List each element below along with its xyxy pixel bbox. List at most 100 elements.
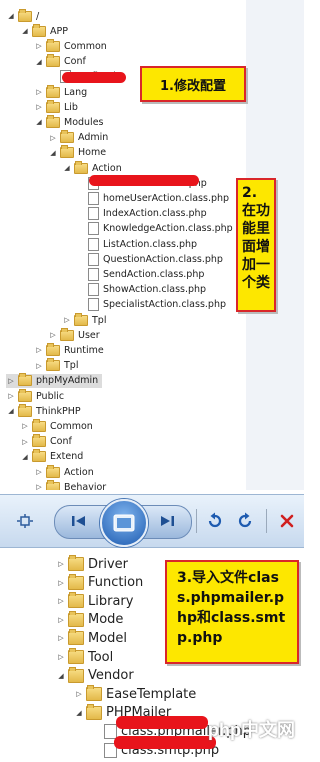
expand-right-icon[interactable]: ▷ bbox=[56, 596, 66, 606]
folder-item[interactable]: ▷ Mode bbox=[56, 610, 123, 630]
folder-item[interactable]: ◢ Action bbox=[62, 160, 122, 175]
expand-right-icon[interactable]: ▷ bbox=[48, 133, 58, 143]
folder-item[interactable]: ▷ Admin bbox=[48, 130, 108, 145]
expand-right-icon[interactable]: ▷ bbox=[56, 633, 66, 643]
expand-right-icon[interactable]: ▷ bbox=[62, 315, 72, 325]
file-item[interactable]: homeUserAction.class.php bbox=[76, 191, 229, 205]
expand-right-icon[interactable]: ▷ bbox=[34, 41, 44, 51]
slideshow-button[interactable] bbox=[100, 499, 148, 547]
file-item[interactable]: SpecialistAction.class.php bbox=[76, 298, 226, 312]
item-label: Public bbox=[36, 390, 65, 402]
expand-right-icon[interactable]: ▷ bbox=[56, 652, 66, 662]
folder-item[interactable]: ▷ Library bbox=[56, 591, 133, 611]
folder-item[interactable]: ▷ Public bbox=[6, 388, 65, 403]
item-label: Function bbox=[88, 575, 144, 591]
folder-icon bbox=[86, 685, 102, 702]
folder-item[interactable]: ◢ Modules bbox=[34, 114, 104, 129]
expand-right-icon[interactable]: ▷ bbox=[56, 615, 66, 625]
folder-item[interactable]: ◢ / bbox=[6, 8, 39, 23]
folder-item[interactable]: ▷ Tool bbox=[56, 647, 113, 667]
folder-item[interactable]: ▷ Function bbox=[56, 573, 143, 593]
expand-down-icon[interactable]: ◢ bbox=[62, 163, 72, 173]
folder-item[interactable]: ▷ Tpl bbox=[62, 312, 106, 327]
rotate-left-button[interactable] bbox=[204, 510, 226, 532]
item-label: Lang bbox=[64, 86, 88, 98]
folder-item[interactable]: ▷ EaseTemplate bbox=[74, 684, 196, 704]
expand-right-icon[interactable]: ▷ bbox=[20, 421, 30, 431]
folder-icon bbox=[18, 8, 32, 22]
expand-down-icon[interactable]: ◢ bbox=[6, 406, 16, 416]
file-item[interactable]: ListAction.class.php bbox=[76, 237, 197, 251]
expand-down-icon[interactable]: ◢ bbox=[20, 452, 30, 462]
expand-right-icon[interactable]: ▷ bbox=[34, 482, 44, 490]
expand-down-icon[interactable]: ◢ bbox=[74, 708, 84, 718]
fit-view-button[interactable] bbox=[14, 511, 36, 531]
item-label: Model bbox=[88, 630, 128, 646]
folder-icon bbox=[60, 145, 74, 159]
file-item[interactable]: QuestionAction.class.php bbox=[76, 252, 223, 266]
file-item[interactable]: IndexAction.class.php bbox=[76, 207, 207, 221]
folder-item[interactable]: ▷ Lang bbox=[34, 84, 88, 99]
file-item[interactable]: ShowAction.class.php bbox=[76, 283, 206, 297]
folder-icon bbox=[32, 434, 46, 448]
folder-item[interactable]: ◢ Home bbox=[48, 145, 106, 160]
folder-item[interactable]: ▷ Behavior bbox=[34, 479, 106, 490]
callout-add-class-text: 2.在功能里面增加一个类 bbox=[242, 185, 270, 291]
next-button[interactable] bbox=[154, 511, 180, 531]
folder-item[interactable]: ◢ APP bbox=[20, 23, 68, 38]
folder-icon bbox=[18, 373, 32, 387]
expand-down-icon[interactable]: ◢ bbox=[34, 117, 44, 127]
rotate-left-icon bbox=[208, 512, 222, 528]
rotate-right-button[interactable] bbox=[234, 510, 256, 532]
previous-button[interactable] bbox=[66, 511, 92, 531]
expand-right-icon[interactable]: ▷ bbox=[34, 467, 44, 477]
folder-item[interactable]: ▷ Common bbox=[34, 38, 107, 53]
upper-tree-panel: ◢/◢APP▷Common◢Confconfig.php▷Lang▷Lib◢Mo… bbox=[0, 0, 304, 490]
expand-right-icon[interactable]: ▷ bbox=[48, 330, 58, 340]
expand-right-icon[interactable]: ▷ bbox=[56, 559, 66, 569]
expand-right-icon[interactable]: ▷ bbox=[34, 361, 44, 371]
folder-item[interactable]: ◢ ThinkPHP bbox=[6, 403, 81, 418]
folder-icon bbox=[68, 573, 84, 590]
folder-item[interactable]: ▷ Common bbox=[20, 418, 93, 433]
callout-modify-config: 1.修改配置 bbox=[140, 66, 246, 102]
expand-right-icon[interactable]: ▷ bbox=[74, 689, 84, 699]
folder-item[interactable]: ▷ Driver bbox=[56, 554, 128, 574]
expand-down-icon[interactable]: ◢ bbox=[6, 11, 16, 21]
folder-item[interactable]: ▷ Model bbox=[56, 628, 127, 648]
folder-item[interactable]: ▷ Conf bbox=[20, 434, 72, 449]
folder-item[interactable]: ▷ Action bbox=[34, 464, 94, 479]
folder-icon bbox=[46, 114, 60, 128]
expand-down-icon[interactable]: ◢ bbox=[20, 26, 30, 36]
file-item[interactable]: SendAction.class.php bbox=[76, 267, 204, 281]
expand-down-icon[interactable]: ◢ bbox=[56, 671, 66, 681]
folder-item[interactable]: ▷ User bbox=[48, 327, 100, 342]
fit-view-icon bbox=[17, 514, 33, 528]
callout-import-files-text: 3.导入文件class.phpmailer.php和class.smtp.php bbox=[177, 570, 286, 646]
file-item[interactable]: KnowledgeAction.class.php bbox=[76, 222, 233, 236]
expand-right-icon[interactable]: ▷ bbox=[34, 87, 44, 97]
expand-right-icon[interactable]: ▷ bbox=[20, 437, 30, 447]
item-label: SendAction.class.php bbox=[103, 268, 205, 280]
expand-right-icon[interactable]: ▷ bbox=[56, 578, 66, 588]
folder-item[interactable]: ◢ Vendor bbox=[56, 666, 134, 686]
folder-item[interactable]: ▷ phpMyAdmin bbox=[6, 373, 103, 388]
expand-down-icon[interactable]: ◢ bbox=[48, 148, 58, 158]
folder-icon bbox=[68, 629, 84, 646]
expand-right-icon[interactable]: ▷ bbox=[34, 345, 44, 355]
folder-item[interactable]: ▷ Lib bbox=[34, 99, 78, 114]
expand-down-icon[interactable]: ◢ bbox=[34, 57, 44, 67]
expand-right-icon[interactable]: ▷ bbox=[34, 102, 44, 112]
item-label: ListAction.class.php bbox=[103, 238, 198, 250]
folder-item[interactable]: ▷ Runtime bbox=[34, 342, 104, 357]
expand-right-icon[interactable]: ▷ bbox=[6, 391, 16, 401]
expand-right-icon[interactable]: ▷ bbox=[6, 376, 16, 386]
folder-item[interactable]: ▷ Tpl bbox=[34, 358, 78, 373]
folder-item[interactable]: ◢ Extend bbox=[20, 449, 83, 464]
folder-item[interactable]: ◢ Conf bbox=[34, 54, 86, 69]
delete-button[interactable] bbox=[276, 510, 298, 532]
